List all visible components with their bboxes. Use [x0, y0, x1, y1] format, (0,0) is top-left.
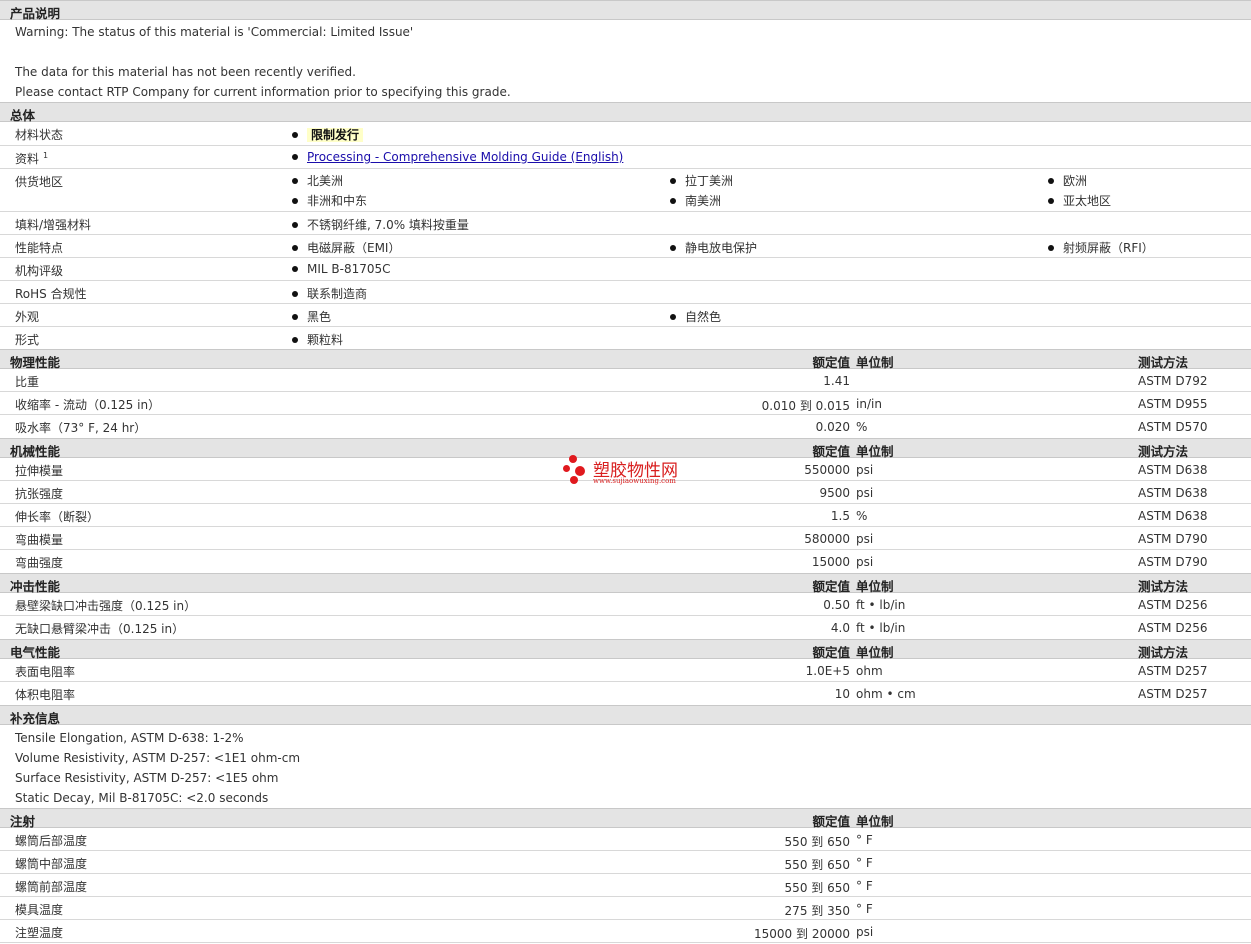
bullet-icon — [292, 198, 298, 204]
region-item: 拉丁美洲 — [670, 172, 733, 189]
logo-dot-icon — [570, 476, 578, 484]
region-item: 亚太地区 — [1048, 192, 1111, 209]
section-impact-header: 冲击性能 额定值 单位制 测试方法 — [0, 573, 1251, 594]
bullet-icon — [292, 266, 298, 272]
table-row: 螺筒后部温度 550 到 650 ° F — [0, 828, 1251, 851]
bullet-icon — [292, 178, 298, 184]
table-row: 吸水率（73° F, 24 hr） 0.020 % ASTM D570 — [15, 420, 1208, 435]
general-row-docs: 资料 1 Processing - Comprehensive Molding G… — [0, 146, 1251, 169]
section-description-header: 产品说明 — [0, 0, 1251, 21]
bullet-icon — [1048, 198, 1054, 204]
region-item: 北美洲 — [292, 172, 343, 189]
bullet-icon — [292, 291, 298, 297]
general-row-agency: 机构评级 MIL B-81705C — [0, 258, 1251, 281]
section-general-header: 总体 — [0, 102, 1251, 123]
general-row-rohs: RoHS 合规性 联系制造商 — [0, 281, 1251, 304]
contact-text: Please contact RTP Company for current i… — [15, 85, 511, 99]
supplement-line: Surface Resistivity, ASTM D-257: <1E5 oh… — [15, 771, 279, 785]
section-electrical-header: 电气性能 额定值 单位制 测试方法 — [0, 639, 1251, 660]
row-label: 材料状态 — [15, 128, 64, 142]
general-row-appearance: 外观 黑色 自然色 — [0, 304, 1251, 327]
row-label: 性能特点 — [15, 241, 64, 255]
filler-value: 不锈钢纤维, 7.0% 填料按重量 — [292, 216, 469, 233]
table-row: 收缩率 - 流动（0.125 in） 0.010 到 0.015 in/in A… — [0, 392, 1251, 415]
general-row-filler: 填料/增强材料 不锈钢纤维, 7.0% 填料按重量 — [0, 212, 1251, 235]
molding-guide-link[interactable]: Processing - Comprehensive Molding Guide… — [307, 150, 623, 164]
bullet-icon — [292, 222, 298, 228]
logo-dot-icon — [563, 465, 570, 472]
warning-text: Warning: The status of this material is … — [15, 25, 414, 39]
appearance-item: 自然色 — [670, 308, 721, 325]
feature-item: 射频屏蔽（RFI） — [1048, 239, 1154, 256]
logo-dot-icon — [569, 455, 577, 463]
verify-text: The data for this material has not been … — [15, 65, 356, 79]
general-row-features: 性能特点 电磁屏蔽（EMI） 静电放电保护 射频屏蔽（RFI） — [0, 235, 1251, 258]
bullet-icon — [292, 245, 298, 251]
bullet-icon — [670, 178, 676, 184]
bullet-icon — [292, 314, 298, 320]
datasheet: 产品说明 Warning: The status of this materia… — [0, 0, 1251, 944]
bullet-icon — [292, 154, 298, 160]
section-physical-header: 物理性能 额定值 单位制 测试方法 — [0, 349, 1251, 370]
row-label: 形式 — [15, 333, 40, 347]
table-row: 表面电阻率 1.0E+5 ohm ASTM D257 — [0, 659, 1251, 682]
bullet-icon — [292, 337, 298, 343]
supplement-line: Volume Resistivity, ASTM D-257: <1E1 ohm… — [15, 751, 301, 765]
site-watermark-logo: 塑胶物性网 www.sujiaowuxing.com — [563, 455, 703, 491]
bullet-icon — [1048, 245, 1054, 251]
bullet-icon — [1048, 178, 1054, 184]
table-row: 无缺口悬臂梁冲击（0.125 in） 4.0 ft • lb/in ASTM D… — [15, 621, 1208, 636]
table-row: 螺筒中部温度 550 到 650 ° F — [0, 851, 1251, 874]
row-label: 填料/增强材料 — [15, 218, 92, 232]
rohs-value: 联系制造商 — [292, 285, 367, 302]
table-row: 螺筒前部温度 550 到 650 ° F — [0, 874, 1251, 897]
section-injection-header: 注射 额定值 单位制 — [0, 808, 1251, 829]
row-label: 供货地区 — [15, 175, 64, 189]
table-row: 悬壁梁缺口冲击强度（0.125 in） 0.50 ft • lb/in ASTM… — [0, 593, 1251, 616]
watermark-url: www.sujiaowuxing.com — [593, 477, 676, 485]
table-row: 弯曲强度 15000 psi ASTM D790 — [15, 555, 1208, 570]
table-row: 注塑温度 15000 到 20000 psi — [0, 920, 1251, 943]
table-row: 体积电阻率 10 ohm • cm ASTM D257 — [15, 687, 1208, 702]
table-row: 模具温度 275 到 350 ° F — [0, 897, 1251, 920]
form-value: 颗粒料 — [292, 331, 343, 348]
row-label: 资料 1 — [15, 151, 49, 166]
region-item: 欧洲 — [1048, 172, 1087, 189]
table-row: 伸长率（断裂） 1.5 % ASTM D638 — [0, 504, 1251, 527]
feature-item: 静电放电保护 — [670, 239, 757, 256]
general-row-status: 材料状态 限制发行 — [0, 122, 1251, 146]
supplement-line: Static Decay, Mil B-81705C: <2.0 seconds — [15, 791, 269, 805]
region-item: 非洲和中东 — [292, 192, 367, 209]
supplement-line: Tensile Elongation, ASTM D-638: 1-2% — [15, 731, 244, 745]
logo-dot-icon — [575, 466, 585, 476]
row-label: RoHS 合规性 — [15, 287, 87, 301]
general-row-regions: 供货地区 北美洲 拉丁美洲 欧洲 非洲和中东 南美洲 亚太地区 — [0, 169, 1251, 212]
row-label: 外观 — [15, 310, 40, 324]
bullet-icon — [670, 198, 676, 204]
bullet-icon — [670, 245, 676, 251]
appearance-item: 黑色 — [292, 308, 331, 325]
general-row-form: 形式 颗粒料 — [0, 327, 1251, 349]
status-value: 限制发行 — [292, 126, 364, 143]
section-supplement-header: 补充信息 — [0, 705, 1251, 726]
docs-value: Processing - Comprehensive Molding Guide… — [292, 150, 623, 164]
agency-value: MIL B-81705C — [292, 262, 391, 276]
feature-item: 电磁屏蔽（EMI） — [292, 239, 400, 256]
row-label: 机构评级 — [15, 264, 64, 278]
bullet-icon — [292, 132, 298, 138]
bullet-icon — [670, 314, 676, 320]
table-row: 弯曲模量 580000 psi ASTM D790 — [0, 527, 1251, 550]
table-row: 比重 1.41 ASTM D792 — [0, 369, 1251, 392]
region-item: 南美洲 — [670, 192, 721, 209]
